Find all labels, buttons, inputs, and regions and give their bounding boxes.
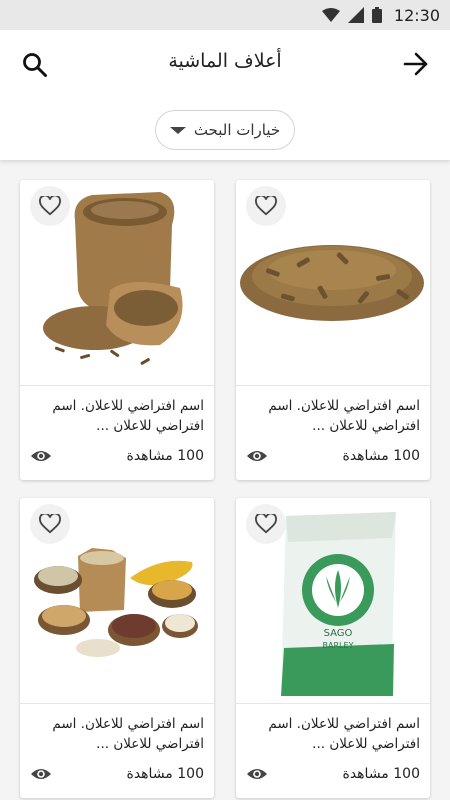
product-card[interactable]: SAGO BARLEY اسم افتراضي للاعلان. اسم افت… xyxy=(236,498,430,798)
view-count: 100 مشاهدة xyxy=(342,448,420,464)
sack-brand-text: SAGO xyxy=(324,628,353,639)
card-divider xyxy=(236,385,430,386)
product-description: اسم افتراضي للاعلان. اسم افتراضي للاعلان… xyxy=(52,398,204,434)
card-divider xyxy=(20,703,214,704)
eye-icon xyxy=(31,769,51,779)
caret-down-icon xyxy=(169,126,186,134)
product-card[interactable]: اسم افتراضي للاعلان. اسم افتراضي للاعلان… xyxy=(20,498,214,798)
product-meta: 100 مشاهدة xyxy=(30,766,204,782)
favorite-button[interactable] xyxy=(246,186,286,226)
heart-outline-icon xyxy=(39,196,61,216)
favorite-button[interactable] xyxy=(246,504,286,544)
product-description: اسم افتراضي للاعلان. اسم افتراضي للاعلان… xyxy=(268,716,420,752)
product-card[interactable]: اسم افتراضي للاعلان. اسم افتراضي للاعلان… xyxy=(20,180,214,480)
heart-outline-icon xyxy=(39,514,61,534)
product-description: اسم افتراضي للاعلان. اسم افتراضي للاعلان… xyxy=(52,716,204,752)
battery-icon xyxy=(371,7,382,23)
sack-product-text: BARLEY xyxy=(323,641,354,650)
card-divider xyxy=(236,703,430,704)
eye-icon xyxy=(247,451,267,461)
product-meta: 100 مشاهدة xyxy=(246,766,420,782)
view-count: 100 مشاهدة xyxy=(342,766,420,782)
heart-outline-icon xyxy=(255,514,277,534)
arrow-right-icon xyxy=(403,52,428,76)
heart-outline-icon xyxy=(255,196,277,216)
favorite-button[interactable] xyxy=(30,504,70,544)
eye-icon xyxy=(247,769,267,779)
product-description: اسم افتراضي للاعلان. اسم افتراضي للاعلان… xyxy=(268,398,420,434)
product-meta: 100 مشاهدة xyxy=(246,448,420,464)
status-bar: 12:30 xyxy=(0,0,450,30)
view-count: 100 مشاهدة xyxy=(126,448,204,464)
card-divider xyxy=(20,385,214,386)
view-count: 100 مشاهدة xyxy=(126,766,204,782)
status-time: 12:30 xyxy=(393,5,440,25)
back-button[interactable] xyxy=(402,50,430,78)
product-meta: 100 مشاهدة xyxy=(30,448,204,464)
product-card[interactable]: اسم افتراضي للاعلان. اسم افتراضي للاعلان… xyxy=(236,180,430,480)
app-bar: أعلاف الماشية خيارات البحث xyxy=(0,30,450,160)
search-options-label: خيارات البحث xyxy=(193,121,281,139)
search-options-button[interactable]: خيارات البحث xyxy=(155,110,295,150)
signal-icon xyxy=(347,7,364,23)
page-title: أعلاف الماشية xyxy=(168,50,282,72)
eye-icon xyxy=(31,451,51,461)
wifi-icon xyxy=(321,8,340,22)
favorite-button[interactable] xyxy=(30,186,70,226)
